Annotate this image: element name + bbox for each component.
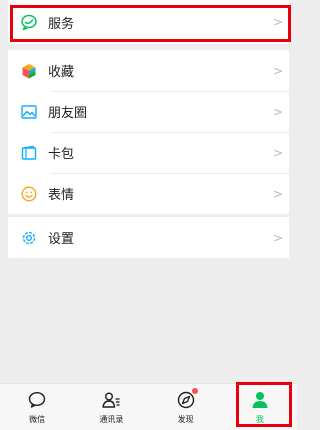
card-wallet-icon: [8, 144, 48, 162]
moments-photo-icon: [8, 103, 48, 121]
emoji-smile-icon: [8, 185, 48, 203]
tab-label-chats: 微信: [29, 415, 46, 424]
favorites-cube-icon: [8, 62, 48, 80]
chevron-right-icon: >: [272, 63, 284, 78]
menu-label-service: 服务: [48, 16, 75, 32]
menu-row-cards[interactable]: 卡包 >: [8, 132, 289, 173]
menu-label-stickers: 表情: [48, 188, 75, 203]
menu-row-service[interactable]: 服务 >: [8, 0, 289, 44]
chevron-right-icon: >: [272, 186, 284, 201]
chevron-right-icon: >: [272, 145, 284, 160]
menu-label-moments: 朋友圈: [48, 106, 88, 121]
menu-row-stickers[interactable]: 表情 >: [8, 173, 289, 214]
menu-row-settings[interactable]: 设置 >: [8, 217, 289, 258]
bottom-tab-bar: 微信 通讯录 发现 我: [0, 383, 297, 430]
badge-dot: [191, 388, 198, 394]
menu-label-settings: 设置: [48, 232, 75, 247]
tab-chats[interactable]: 微信: [0, 384, 74, 430]
tab-me[interactable]: 我: [223, 384, 297, 430]
chevron-right-icon: >: [272, 230, 284, 245]
contacts-icon: [100, 389, 122, 411]
gear-icon: [8, 229, 48, 247]
tab-contacts[interactable]: 通讯录: [74, 384, 148, 430]
chevron-right-icon: >: [272, 104, 284, 119]
service-group: 服务 >: [8, 0, 289, 44]
tab-label-discover: 发现: [177, 415, 194, 424]
features-group: 收藏 > 朋友圈 > 卡包 > 表情 >: [8, 50, 289, 214]
tab-label-contacts: 通讯录: [99, 415, 124, 424]
chat-bubble-icon: [26, 389, 48, 411]
settings-group: 设置 >: [8, 217, 289, 258]
menu-row-moments[interactable]: 朋友圈 >: [8, 91, 289, 132]
chevron-right-icon: >: [272, 15, 284, 29]
tab-discover[interactable]: 发现: [149, 384, 223, 430]
service-icon: [8, 13, 48, 31]
compass-icon: [175, 388, 198, 411]
person-icon: [249, 389, 271, 411]
menu-row-favorites[interactable]: 收藏 >: [8, 50, 289, 91]
menu-label-cards: 卡包: [48, 147, 75, 162]
tab-label-me: 我: [255, 415, 264, 424]
menu-label-favorites: 收藏: [48, 65, 75, 80]
